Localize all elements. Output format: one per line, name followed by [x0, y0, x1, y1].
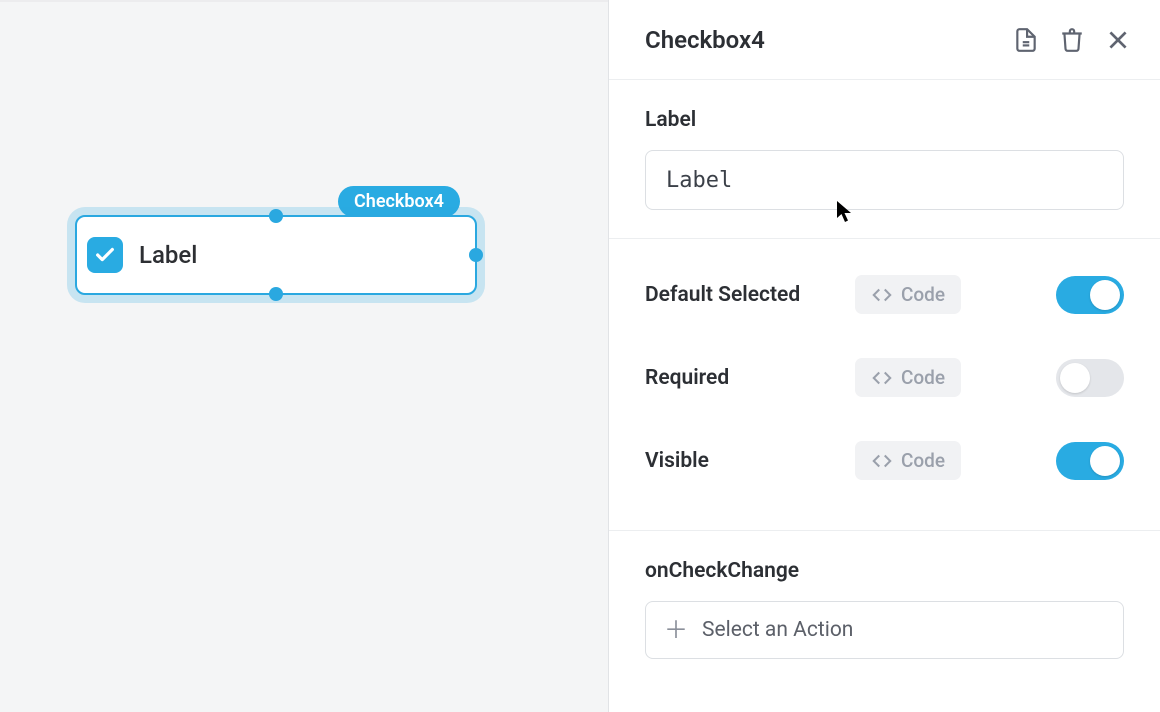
toggle-default-selected[interactable] — [1056, 276, 1124, 314]
prop-visible: Visible Code — [645, 419, 1124, 502]
checkbox-checked-icon[interactable] — [87, 237, 123, 273]
plus-icon: ＋ — [664, 618, 688, 642]
resize-handle-bottom[interactable] — [269, 287, 283, 301]
design-canvas[interactable]: Checkbox4 Label — [0, 0, 608, 712]
code-chip-text: Code — [901, 449, 945, 472]
prop-label: Default Selected — [645, 283, 855, 307]
label-input[interactable] — [645, 150, 1124, 210]
toggle-visible[interactable] — [1056, 442, 1124, 480]
panel-header: Checkbox4 — [609, 0, 1160, 80]
code-chip-text: Code — [901, 366, 945, 389]
properties-list: Default Selected Code Required Code Visi… — [609, 239, 1160, 531]
event-name: onCheckChange — [645, 559, 1124, 583]
document-icon[interactable] — [1012, 26, 1040, 54]
label-field-name: Label — [645, 108, 1124, 132]
close-icon[interactable] — [1104, 26, 1132, 54]
event-section: onCheckChange ＋ Select an Action — [609, 531, 1160, 687]
prop-required: Required Code — [645, 336, 1124, 419]
prop-default-selected: Default Selected Code — [645, 253, 1124, 336]
prop-label: Visible — [645, 449, 855, 473]
toggle-required[interactable] — [1056, 359, 1124, 397]
trash-icon[interactable] — [1058, 26, 1086, 54]
code-chip[interactable]: Code — [855, 358, 961, 397]
code-chip-text: Code — [901, 283, 945, 306]
checkbox-component-selection[interactable]: Label — [75, 215, 477, 295]
component-name-tag: Checkbox4 — [338, 186, 460, 217]
prop-label: Required — [645, 366, 855, 390]
action-placeholder: Select an Action — [702, 618, 853, 642]
label-section: Label — [609, 80, 1160, 239]
code-chip[interactable]: Code — [855, 275, 961, 314]
properties-panel: Checkbox4 Label Default Selected Code — [608, 0, 1160, 712]
code-chip[interactable]: Code — [855, 441, 961, 480]
select-action-dropdown[interactable]: ＋ Select an Action — [645, 601, 1124, 659]
panel-title: Checkbox4 — [645, 26, 1012, 54]
resize-handle-top[interactable] — [269, 209, 283, 223]
resize-handle-right[interactable] — [469, 248, 483, 262]
checkbox-label-text: Label — [139, 241, 197, 269]
